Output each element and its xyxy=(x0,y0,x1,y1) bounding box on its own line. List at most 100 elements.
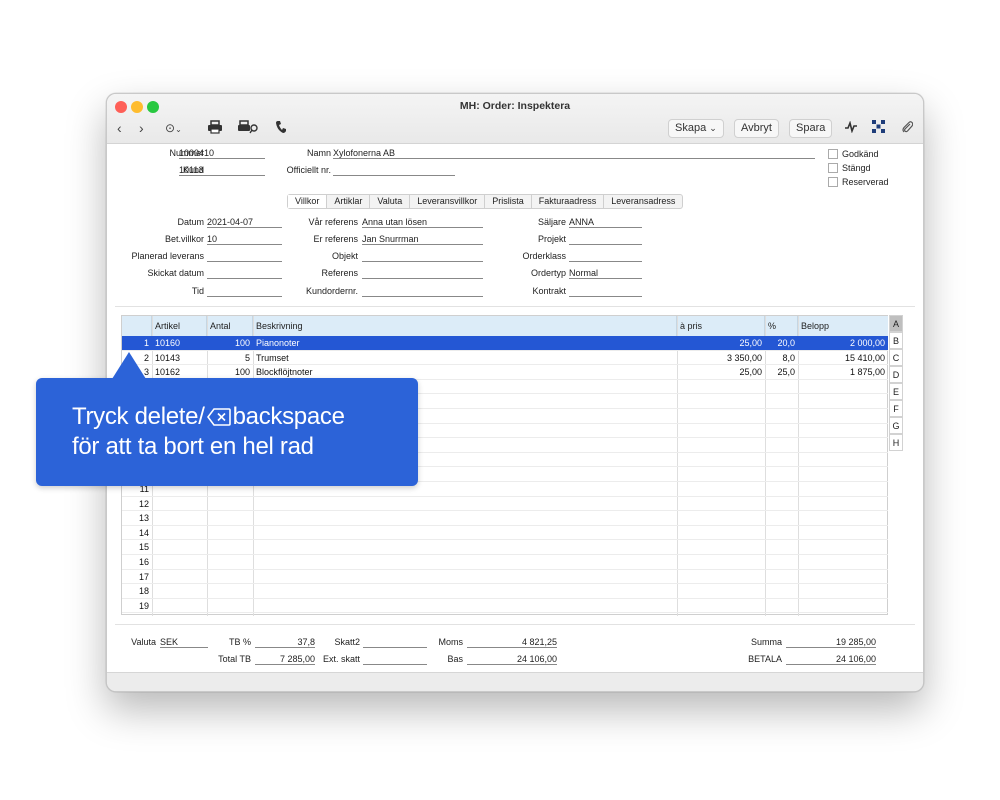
table-row[interactable]: 14 xyxy=(122,526,888,541)
printer-preview-icon[interactable] xyxy=(237,120,259,137)
customer-order-field[interactable] xyxy=(362,286,483,297)
contract-field[interactable] xyxy=(569,286,642,297)
your-reference-field[interactable]: Jan Snurrman xyxy=(362,234,483,245)
number-field[interactable]: 1000410 xyxy=(179,148,265,159)
table-row[interactable]: 12 xyxy=(122,497,888,512)
table-row[interactable]: 17 xyxy=(122,570,888,585)
table-row[interactable]: 16 xyxy=(122,555,888,570)
table-row[interactable]: 18 xyxy=(122,584,888,599)
column-header-pris[interactable]: à pris xyxy=(677,316,765,336)
currency-field[interactable]: SEK xyxy=(160,637,208,648)
order-type-label: Ordertyp xyxy=(530,268,566,278)
amount-cell xyxy=(798,409,888,423)
seller-field[interactable]: ANNA xyxy=(569,217,642,228)
sum-field[interactable]: 19 285,00 xyxy=(786,637,876,648)
order-class-label: Orderklass xyxy=(522,251,566,261)
row-number: 17 xyxy=(138,571,149,582)
official-number-field[interactable] xyxy=(333,165,455,176)
unit-price-cell xyxy=(677,380,765,394)
phone-icon[interactable] xyxy=(275,120,287,137)
description-cell xyxy=(253,584,677,598)
percent-cell xyxy=(765,497,798,511)
row-number: 13 xyxy=(138,513,149,524)
order-type-field[interactable]: Normal xyxy=(569,268,642,279)
order-class-field[interactable] xyxy=(569,251,642,262)
article-cell xyxy=(152,570,207,584)
row-number-header xyxy=(122,316,152,336)
save-button[interactable]: Spara xyxy=(789,119,833,138)
approved-label: Godkänd xyxy=(842,149,879,159)
tab-artiklar[interactable]: Artiklar xyxy=(327,195,371,208)
tab-leveransvillkor[interactable]: Leveransvillkor xyxy=(410,195,486,208)
chevron-right-icon[interactable]: › xyxy=(139,120,144,136)
column-header-beskrivning[interactable]: Beskrivning xyxy=(253,316,677,336)
cross-grid-icon[interactable] xyxy=(872,120,885,136)
tb-percent-field[interactable]: 37,8 xyxy=(255,637,315,648)
side-tab-a[interactable]: A xyxy=(889,315,903,332)
approved-checkbox[interactable] xyxy=(828,149,838,159)
table-row[interactable]: 2 10143 5 Trumset 3 350,00 8,0 15 410,00 xyxy=(122,351,888,366)
tab-prislista[interactable]: Prislista xyxy=(485,195,532,208)
tab-leveransadress[interactable]: Leveransadress xyxy=(604,195,682,208)
side-tab-g[interactable]: G xyxy=(889,417,903,434)
activity-icon[interactable] xyxy=(844,120,858,136)
unit-price-cell xyxy=(677,482,765,496)
side-tab-d[interactable]: D xyxy=(889,366,903,383)
percent-cell: 8,0 xyxy=(782,352,795,363)
quantity-cell xyxy=(207,555,253,569)
amount-cell xyxy=(798,380,888,394)
column-header-procent[interactable]: % xyxy=(765,316,798,336)
amount-cell xyxy=(798,453,888,467)
paperclip-icon[interactable] xyxy=(901,120,914,137)
create-button[interactable]: Skapa ⌄ xyxy=(668,119,724,138)
reserved-checkbox[interactable] xyxy=(828,177,838,187)
total-tb-field[interactable]: 7 285,00 xyxy=(255,654,315,665)
column-header-antal[interactable]: Antal xyxy=(207,316,253,336)
printer-icon[interactable] xyxy=(207,120,223,137)
tab-villkor[interactable]: Villkor xyxy=(288,195,328,208)
tab-fakturaadress[interactable]: Fakturaadress xyxy=(532,195,605,208)
window-title: MH: Order: Inspektera xyxy=(459,100,571,112)
side-tab-c[interactable]: C xyxy=(889,349,903,366)
cancel-button[interactable]: Avbryt xyxy=(734,119,779,138)
column-header-belopp[interactable]: Belopp xyxy=(798,316,888,336)
table-row[interactable]: 19 xyxy=(122,599,888,614)
date-label: Datum xyxy=(177,217,204,227)
external-tax-field[interactable] xyxy=(363,654,427,665)
table-row[interactable]: 13 xyxy=(122,511,888,526)
column-header-artikel[interactable]: Artikel xyxy=(152,316,207,336)
object-field[interactable] xyxy=(362,251,483,262)
closed-checkbox[interactable] xyxy=(828,163,838,173)
tax2-field[interactable] xyxy=(363,637,427,648)
table-row[interactable]: 15 xyxy=(122,540,888,555)
ellipsis-circle-icon[interactable]: ⊙⌄ xyxy=(165,120,182,138)
project-field[interactable] xyxy=(569,234,642,245)
reference-field[interactable] xyxy=(362,268,483,279)
customer-field[interactable]: 10113 xyxy=(179,165,265,176)
row-number: 16 xyxy=(138,557,149,567)
vat-field[interactable]: 4 821,25 xyxy=(467,637,557,648)
chevron-left-icon[interactable]: ‹ xyxy=(117,120,122,136)
table-row[interactable]: 1 10160 100 Pianonoter 25,00 20,0 2 000,00 xyxy=(122,336,888,351)
our-reference-field[interactable]: Anna utan lösen xyxy=(362,217,483,228)
unit-price-cell xyxy=(677,511,765,525)
unit-price-cell xyxy=(677,467,765,481)
planned-delivery-label: Planerad leverans xyxy=(131,251,204,261)
amount-cell xyxy=(798,584,888,598)
name-field[interactable]: Xylofonerna AB xyxy=(333,148,815,159)
article-cell: 10160 xyxy=(155,338,181,348)
amount-cell xyxy=(798,438,888,452)
amount-cell xyxy=(798,424,888,438)
side-tab-h[interactable]: H xyxy=(889,434,903,451)
callout-line-2: för att ta bort en hel rad xyxy=(72,433,314,460)
side-tab-b[interactable]: B xyxy=(889,332,903,349)
tab-valuta[interactable]: Valuta xyxy=(370,195,411,208)
row-number: 19 xyxy=(138,600,149,611)
titlebar: MH: Order: Inspektera ‹ › ⊙⌄ Skapa ⌄ Avb… xyxy=(107,94,923,144)
pay-field[interactable]: 24 106,00 xyxy=(786,654,876,665)
side-tab-e[interactable]: E xyxy=(889,383,903,400)
side-tab-f[interactable]: F xyxy=(889,400,903,417)
pay-label: BETALA xyxy=(748,654,782,664)
base-field[interactable]: 24 106,00 xyxy=(467,654,557,665)
quantity-cell: 100 xyxy=(234,367,250,378)
